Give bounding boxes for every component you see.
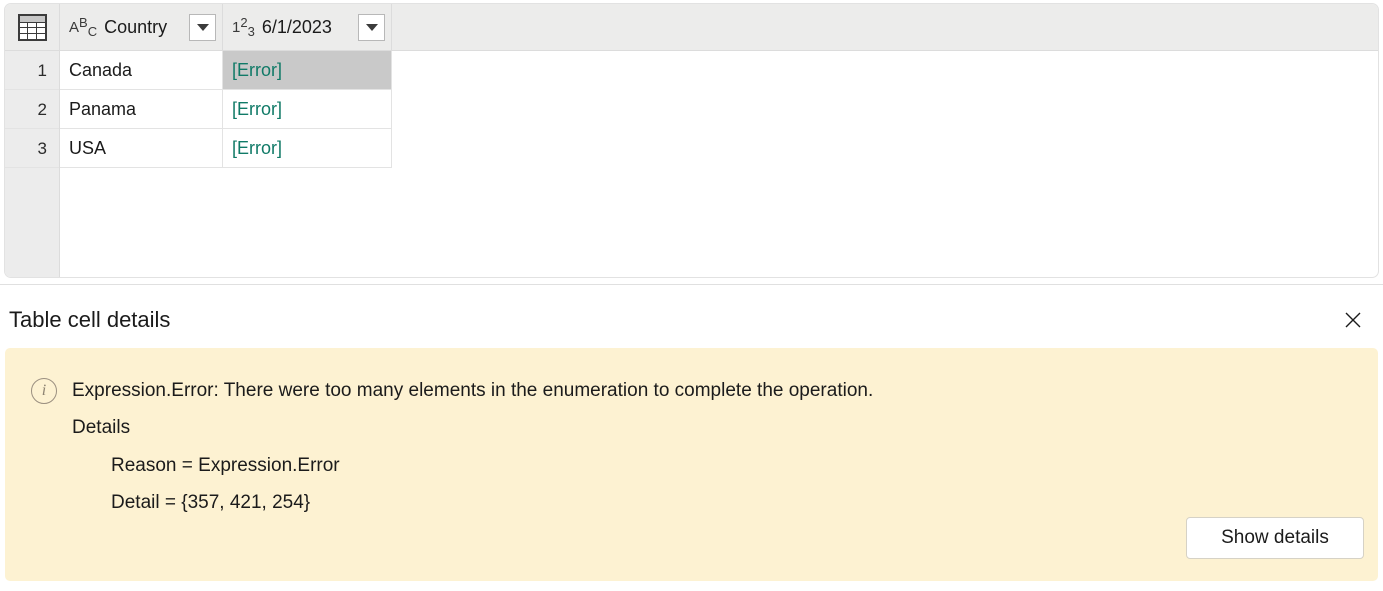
table-cell-details-pane: Table cell details i Expression.Error: T…	[0, 284, 1383, 591]
page-title: Table cell details	[9, 307, 171, 332]
table-grid-icon	[17, 13, 47, 41]
column-header-label-country: Country	[104, 16, 168, 37]
column-header-date[interactable]: 123 6/1/2023	[223, 4, 392, 50]
filter-dropdown-date[interactable]	[358, 13, 385, 41]
show-details-button[interactable]: Show details	[1186, 517, 1364, 559]
error-details-label: Details	[72, 417, 131, 438]
abc-text-type-icon: ABC	[69, 15, 98, 39]
error-detail-detail: Detail = {357, 421, 254}	[111, 492, 311, 513]
column-header-country[interactable]: ABC Country	[60, 4, 223, 50]
cell-country[interactable]: Canada	[60, 51, 223, 90]
cell-value-error[interactable]: [Error]	[223, 90, 392, 129]
error-details-banner: i Expression.Error: There were too many …	[5, 348, 1378, 581]
table-preview-panel: ABC Country 123 6/1/2023 1 2 3 Canada [E…	[4, 3, 1379, 278]
chevron-down-icon	[196, 23, 209, 31]
cell-country[interactable]: USA	[60, 129, 223, 168]
grid-body: 1 2 3 Canada [Error] Panama [Error] USA …	[5, 51, 1378, 277]
error-detail-reason: Reason = Expression.Error	[111, 455, 340, 476]
cell-country[interactable]: Panama	[60, 90, 223, 129]
cell-value-error[interactable]: [Error]	[223, 129, 392, 168]
grid-rows: Canada [Error] Panama [Error] USA [Error…	[60, 51, 1378, 277]
table-row: Canada [Error]	[60, 51, 1378, 90]
chevron-down-icon	[365, 23, 378, 31]
123-number-type-icon: 123	[232, 15, 255, 39]
grid-column-header-row: ABC Country 123 6/1/2023	[5, 4, 1378, 51]
info-icon-glyph: i	[41, 382, 47, 399]
cell-value-error[interactable]: [Error]	[223, 51, 392, 90]
row-number[interactable]: 3	[5, 129, 59, 168]
row-number-gutter: 1 2 3	[5, 51, 60, 277]
row-number[interactable]: 2	[5, 90, 59, 129]
details-header: Table cell details	[9, 303, 1374, 337]
table-row: USA [Error]	[60, 129, 1378, 168]
grid-header-empty-area	[392, 4, 1378, 50]
info-circle-icon: i	[31, 378, 57, 404]
table-row: Panama [Error]	[60, 90, 1378, 129]
error-message: Expression.Error: There were too many el…	[72, 380, 874, 401]
close-icon[interactable]	[1336, 303, 1370, 337]
column-header-label-date: 6/1/2023	[261, 16, 332, 37]
grid-corner-select-all[interactable]	[5, 4, 60, 50]
filter-dropdown-country[interactable]	[189, 13, 216, 41]
row-number[interactable]: 1	[5, 51, 59, 90]
